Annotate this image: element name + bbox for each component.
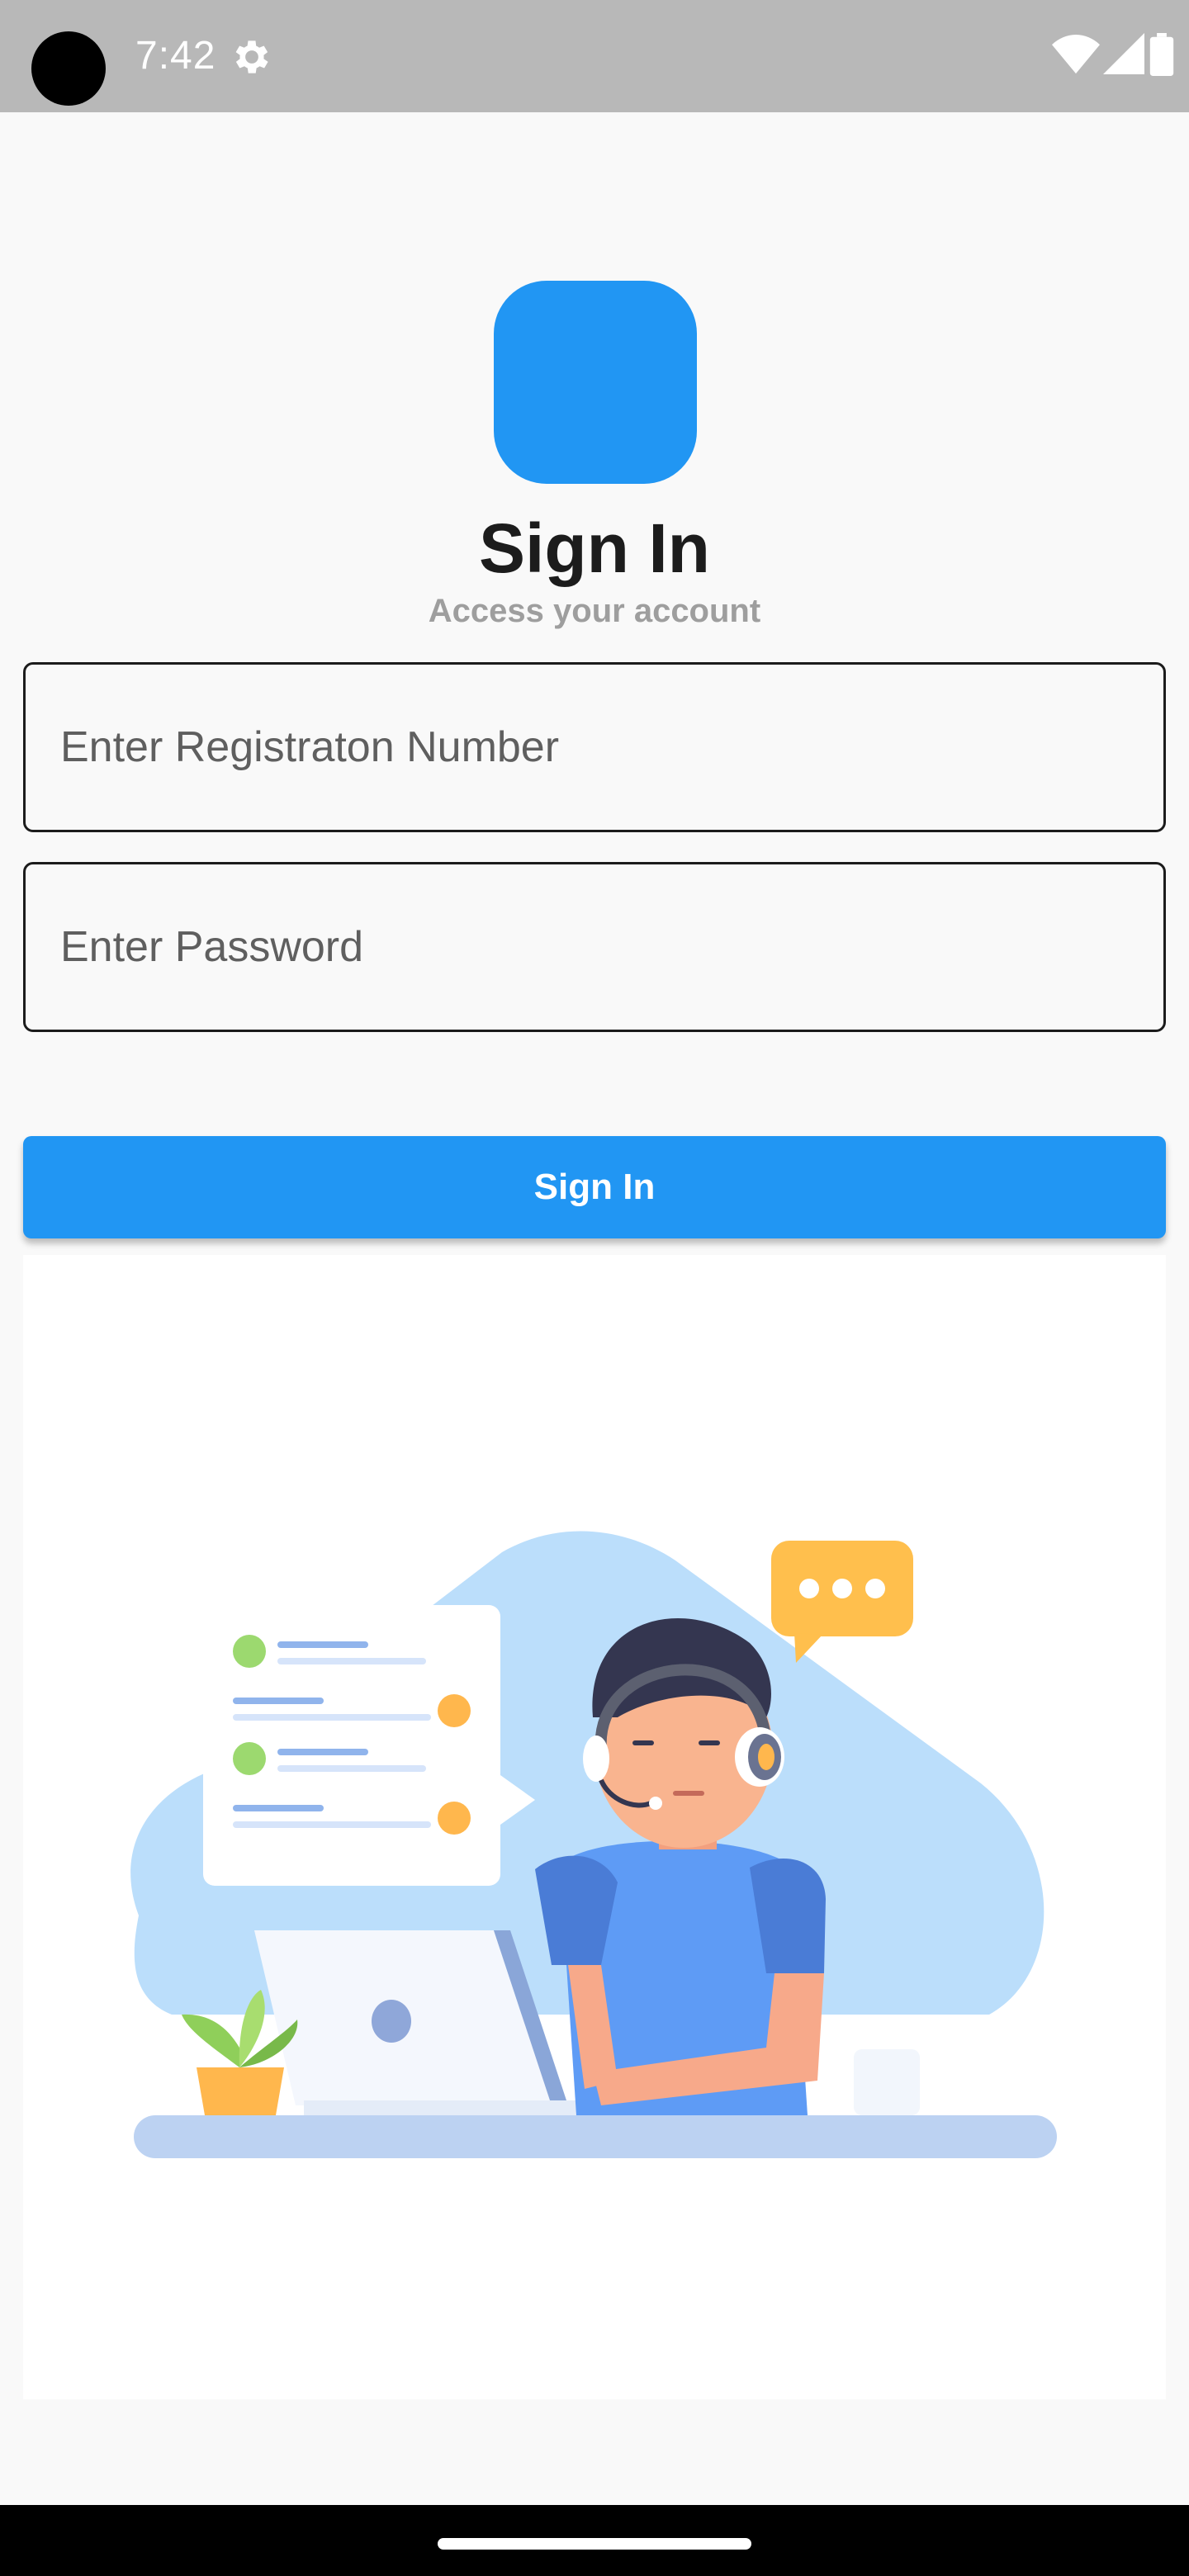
settings-gear-icon <box>235 40 268 73</box>
page-title: Sign In <box>479 509 710 587</box>
sign-in-button[interactable]: Sign In <box>23 1136 1166 1238</box>
page-subtitle: Access your account <box>428 593 761 629</box>
sign-in-screen: 7:42 Sign In Access your account Sign In <box>0 0 1189 2576</box>
registration-number-input[interactable] <box>23 662 1166 832</box>
camera-cutout <box>31 31 106 106</box>
system-navigation-bar <box>0 2505 1189 2576</box>
cellular-signal-icon <box>1103 33 1144 74</box>
status-time: 7:42 <box>135 34 216 78</box>
plant <box>197 2067 284 2115</box>
support-illustration <box>23 1255 1166 2399</box>
mug <box>854 2049 920 2115</box>
app-logo <box>494 281 697 484</box>
status-bar: 7:42 <box>0 0 1189 112</box>
customer-support-illustration <box>130 1531 1057 2158</box>
home-indicator[interactable] <box>438 2538 751 2550</box>
battery-icon <box>1149 33 1174 76</box>
wifi-icon <box>1052 35 1100 74</box>
password-input[interactable] <box>23 862 1166 1032</box>
desk <box>134 2115 1057 2158</box>
